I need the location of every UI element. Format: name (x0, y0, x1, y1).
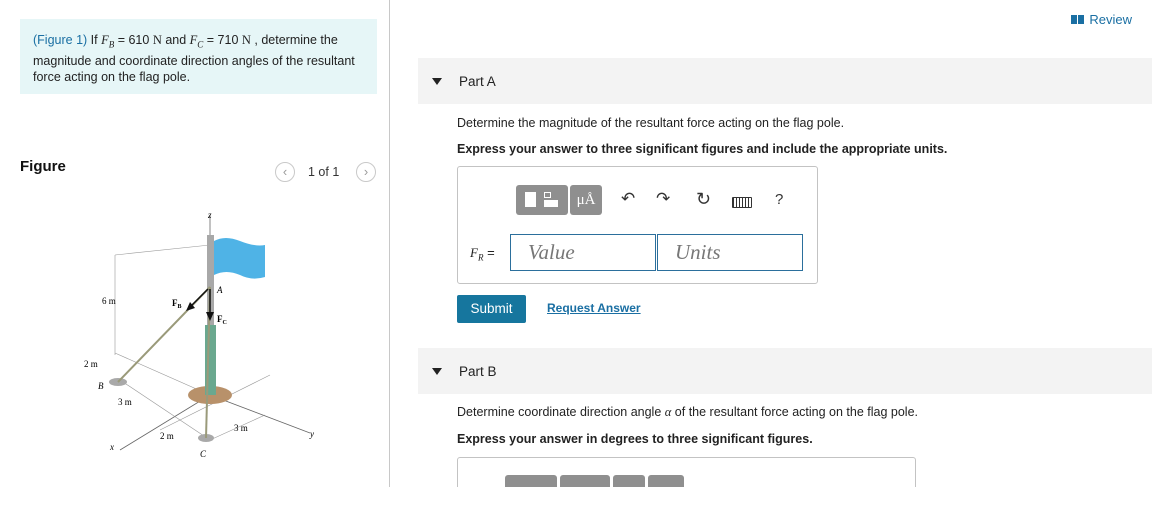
part-a-label: Part A (459, 74, 496, 89)
template-icon-bar (544, 200, 558, 207)
flag-pole-figure: z x y A B C FB FC 6 m 2 m 3 m 2 m 3 m (84, 210, 314, 459)
fr-symbol: F (470, 245, 478, 260)
figure-pager: 1 of 1 (308, 165, 340, 179)
help-button[interactable]: ? (775, 191, 783, 208)
fb-value: = 610 (114, 33, 153, 47)
label-2m-top: 2 m (84, 359, 98, 369)
part-a-instruction: Express your answer to three significant… (457, 142, 948, 156)
part-b-header[interactable]: Part B (418, 348, 1152, 394)
label-x: x (109, 442, 114, 452)
undo-icon[interactable]: ↶ (621, 189, 635, 209)
dimension-line (114, 244, 211, 256)
redo-icon[interactable]: ↷ (656, 189, 670, 209)
template-button[interactable] (516, 185, 568, 215)
value-input[interactable]: Value (510, 234, 656, 271)
chevron-right-icon: › (363, 164, 369, 179)
part-a-header[interactable]: Part A (418, 58, 1152, 104)
figure-next-button[interactable]: › (356, 162, 376, 182)
unit-n-1: N (152, 33, 162, 47)
submit-button[interactable]: Submit (457, 295, 526, 323)
label-b: B (98, 381, 104, 391)
review-link[interactable]: Review (1071, 12, 1132, 27)
fb-symbol: F (101, 33, 109, 47)
problem-statement: (Figure 1) If FB = 610 N and FC = 710 N … (20, 19, 377, 94)
caret-down-icon (432, 78, 442, 85)
panel-divider (389, 0, 390, 487)
part-b-instruction: Express your answer in degrees to three … (457, 432, 813, 446)
review-label: Review (1089, 12, 1132, 27)
units-input[interactable]: Units (657, 234, 803, 271)
left-panel: (Figure 1) If FB = 610 N and FC = 710 N … (0, 0, 390, 487)
label-3m-left: 3 m (118, 397, 132, 407)
figure-title: Figure (20, 158, 66, 175)
template-icon (525, 192, 536, 207)
label-fb: FB (172, 298, 182, 310)
label-z: z (207, 210, 212, 220)
flag (214, 238, 265, 279)
unit-n-2: N (241, 33, 251, 47)
part-b-label: Part B (459, 364, 497, 379)
book-icon (1071, 15, 1085, 24)
part-a-answer-box: μÅ ↶ ↷ ↻ ? FR = Value Units (457, 166, 818, 284)
chevron-left-icon: ‹ (282, 164, 288, 179)
viewport-bottom (0, 487, 1167, 508)
label-y: y (309, 429, 314, 439)
figure-prev-button[interactable]: ‹ (275, 162, 295, 182)
label-2m-bottom: 2 m (160, 431, 174, 441)
request-answer-link[interactable]: Request Answer (547, 301, 641, 315)
part-a-question: Determine the magnitude of the resultant… (457, 116, 845, 130)
problem-text-if: If (87, 33, 102, 47)
keyboard-icon[interactable] (732, 197, 752, 208)
label-6m: 6 m (102, 296, 116, 306)
reset-icon[interactable]: ↻ (696, 189, 711, 210)
label-a: A (216, 285, 223, 295)
fr-equals: = (483, 245, 495, 260)
caret-down-icon (432, 368, 442, 375)
fr-label: FR = (470, 245, 495, 263)
label-fc-subscript: C (223, 320, 227, 326)
label-fc: FC (217, 314, 227, 326)
label-c: C (200, 449, 207, 459)
part-b-question: Determine coordinate direction angle α o… (457, 405, 918, 420)
part-b-question-pre: Determine coordinate direction angle (457, 405, 665, 419)
label-fb-subscript: B (178, 304, 182, 310)
part-b-question-post: of the resultant force acting on the fla… (671, 405, 919, 419)
x-axis (119, 394, 211, 451)
label-3m-right: 3 m (234, 423, 248, 433)
fc-value: = 710 (203, 33, 242, 47)
problem-text-and: and (161, 33, 190, 47)
template-icon-box (544, 192, 551, 198)
figure-link[interactable]: (Figure 1) (33, 33, 87, 47)
units-button[interactable]: μÅ (570, 185, 602, 215)
